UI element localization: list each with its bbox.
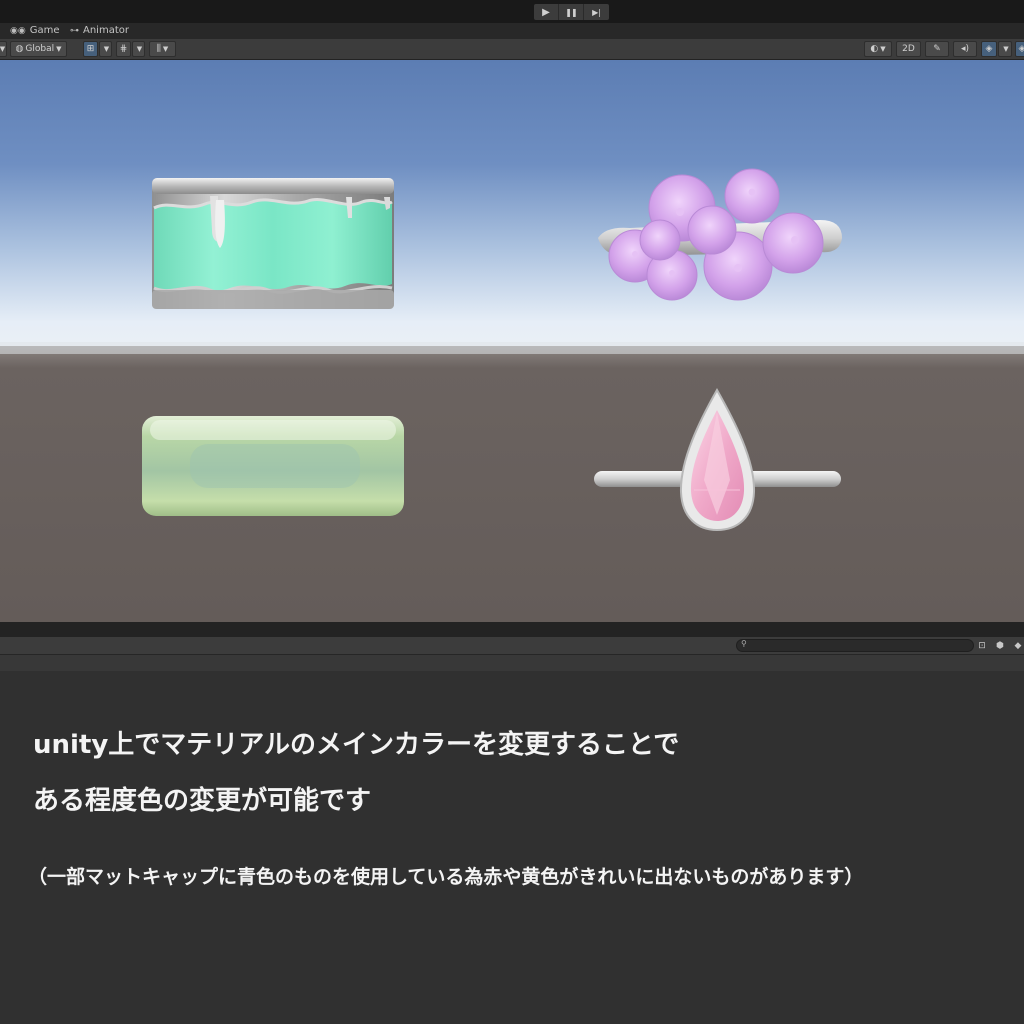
tab-game[interactable]: ◉◉ Game (10, 25, 60, 36)
gamepad-icon: ◉◉ (10, 25, 26, 36)
play-button[interactable]: ▶ (534, 4, 559, 20)
pause-button[interactable]: ❚❚ (559, 4, 584, 20)
grid-visibility-toggle[interactable]: ⋕ (116, 41, 131, 57)
filter-by-type-icon[interactable]: ⊡ (975, 639, 989, 652)
chevron-down-icon: ▼ (880, 45, 886, 53)
caption-line-2: ある程度色の変更が可能です (33, 786, 372, 816)
gizmo-icon: ◈ (1018, 44, 1024, 54)
lighting-toggle[interactable]: ✎ (925, 41, 949, 57)
gizmos-toggle[interactable]: ◈ (1015, 41, 1024, 57)
grid-snap-icon: ⊞ (86, 44, 95, 54)
pivot-space-label: Global (25, 44, 55, 54)
2d-mode-label: 2D (902, 44, 915, 54)
chevron-down-icon: ▼ (103, 45, 110, 53)
ring-silver-mint-drip[interactable] (152, 178, 394, 309)
pause-icon: ❚❚ (565, 7, 577, 17)
audio-toggle[interactable]: ◂) (953, 41, 977, 57)
effects-toggle[interactable]: ◈ (981, 41, 997, 57)
shading-sphere-icon: ◐ (870, 44, 879, 54)
effects-icon: ◈ (985, 44, 993, 54)
tab-animator-label: Animator (83, 25, 129, 36)
panel-divider (0, 622, 1024, 637)
animator-icon: ⊶ (70, 25, 79, 36)
scene-toolbar: ▼ ◍ Global ▼ ⊞ ▼ ⋕ ▼ ⫼ ▼ ◐ ▼ 2D ✎ ◂) ◈ ▼ ◈ (0, 39, 1024, 60)
globe-icon: ◍ (15, 44, 24, 54)
step-button[interactable]: ▶| (584, 4, 609, 20)
horizon-glow (0, 342, 1024, 354)
scene-viewport[interactable] (0, 60, 1024, 622)
grid-snap-toggle[interactable]: ⊞ (83, 41, 98, 57)
search-icon: ⚲ (741, 639, 747, 648)
speaker-icon: ◂) (960, 44, 970, 54)
pivot-space-dropdown[interactable]: ◍ Global ▼ (10, 41, 67, 57)
effects-dropdown[interactable]: ▼ (998, 41, 1012, 57)
tab-animator[interactable]: ⊶ Animator (70, 25, 129, 36)
chevron-down-icon: ▼ (0, 45, 6, 53)
grid-snap-dropdown[interactable]: ▼ (99, 41, 112, 57)
filter-by-label-icon[interactable]: ⬢ (993, 639, 1007, 652)
chevron-down-icon: ▼ (162, 45, 169, 53)
step-icon: ▶| (592, 7, 601, 17)
2d-mode-toggle[interactable]: 2D (896, 41, 921, 57)
panel-header-band (0, 655, 1024, 671)
draw-mode-dropdown[interactable]: ◐ ▼ (864, 41, 892, 57)
play-controls-bar: ▶ ❚❚ ▶| (0, 0, 1024, 23)
scene-render (0, 60, 1024, 622)
search-input[interactable]: ⚲ (736, 639, 974, 652)
project-panel-toolbar: ⚲ ⊡ ⬢ ◆ (0, 637, 1024, 655)
toolbar-dropdown-caret[interactable]: ▼ (0, 41, 7, 57)
ring-green-band[interactable] (142, 416, 404, 516)
grid-icon: ⋕ (119, 44, 128, 54)
tab-game-label: Game (29, 25, 60, 36)
caption-note: （一部マットキャップに青色のものを使用している為赤や黄色がきれいに出ないものがあ… (28, 866, 864, 888)
increment-snap-dropdown[interactable]: ⫼ ▼ (149, 41, 176, 57)
caption-line-1: unity上でマテリアルのメインカラーを変更することで (33, 730, 680, 760)
play-button-group: ▶ ❚❚ ▶| (534, 4, 609, 20)
increment-snap-icon: ⫼ (156, 44, 161, 54)
play-icon: ▶ (542, 6, 550, 18)
chevron-down-icon: ▼ (136, 45, 143, 53)
editor-tab-strip: ◉◉ Game ⊶ Animator (0, 23, 1024, 39)
chevron-down-icon: ▼ (56, 45, 62, 53)
tag-icon[interactable]: ◆ (1011, 639, 1024, 652)
grid-visibility-dropdown[interactable]: ▼ (132, 41, 145, 57)
chevron-down-icon: ▼ (1003, 45, 1009, 53)
light-bulb-icon: ✎ (933, 44, 941, 54)
